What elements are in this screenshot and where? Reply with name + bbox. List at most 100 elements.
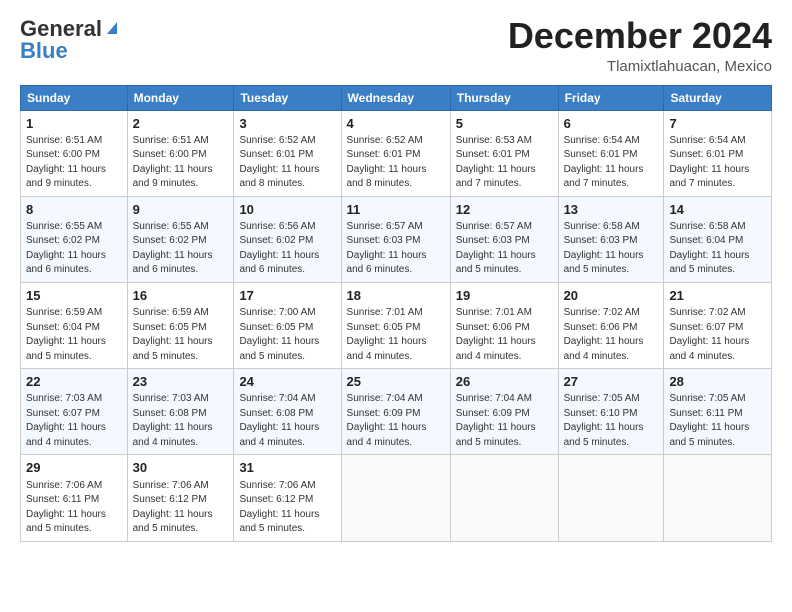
logo-blue: Blue [20,38,68,64]
day-info: Sunrise: 6:57 AM Sunset: 6:03 PM Dayligh… [347,220,445,278]
day-number: 5 [456,115,553,133]
day-number: 16 [133,287,229,305]
day-number: 21 [669,287,766,305]
location-title: Tlamixtlahuacan, Mexico [508,58,772,75]
day-number: 7 [669,115,766,133]
calendar-cell: 16Sunrise: 6:59 AM Sunset: 6:05 PM Dayli… [127,282,234,368]
day-info: Sunrise: 7:05 AM Sunset: 6:11 PM Dayligh… [669,392,766,450]
day-info: Sunrise: 6:55 AM Sunset: 6:02 PM Dayligh… [133,220,229,278]
day-number: 29 [26,459,122,477]
calendar-cell: 29 Sunrise: 7:06 AM Sunset: 6:11 PM Dayli… [21,455,128,541]
day-number: 19 [456,287,553,305]
day-info: Sunrise: 7:06 AM Sunset: 6:11 PM Dayligh… [26,479,122,537]
calendar-cell: 23Sunrise: 7:03 AM Sunset: 6:08 PM Dayli… [127,369,234,455]
calendar-cell: 8Sunrise: 6:55 AM Sunset: 6:02 PM Daylig… [21,196,128,282]
day-info: Sunrise: 7:00 AM Sunset: 6:05 PM Dayligh… [239,306,335,364]
day-number: 30 [133,459,229,477]
logo: General Blue [20,16,121,64]
day-info: Sunrise: 7:04 AM Sunset: 6:09 PM Dayligh… [347,392,445,450]
calendar-cell: 11Sunrise: 6:57 AM Sunset: 6:03 PM Dayli… [341,196,450,282]
day-number: 23 [133,373,229,391]
calendar-cell: 30 Sunrise: 7:06 AM Sunset: 6:12 PM Dayli… [127,455,234,541]
calendar-cell: 7Sunrise: 6:54 AM Sunset: 6:01 PM Daylig… [664,110,772,196]
day-number: 8 [26,201,122,219]
day-number: 1 [26,115,122,133]
day-number: 9 [133,201,229,219]
calendar-cell: 6Sunrise: 6:54 AM Sunset: 6:01 PM Daylig… [558,110,664,196]
day-number: 15 [26,287,122,305]
day-info: Sunrise: 7:01 AM Sunset: 6:05 PM Dayligh… [347,306,445,364]
day-info: Sunrise: 6:51 AM Sunset: 6:00 PM Dayligh… [133,134,229,192]
calendar-cell: 13Sunrise: 6:58 AM Sunset: 6:03 PM Dayli… [558,196,664,282]
dow-header-tuesday: Tuesday [234,85,341,110]
calendar-cell: 21Sunrise: 7:02 AM Sunset: 6:07 PM Dayli… [664,282,772,368]
day-number: 2 [133,115,229,133]
calendar-cell: 25Sunrise: 7:04 AM Sunset: 6:09 PM Dayli… [341,369,450,455]
week-row-3: 15Sunrise: 6:59 AM Sunset: 6:04 PM Dayli… [21,282,772,368]
calendar-cell: 20Sunrise: 7:02 AM Sunset: 6:06 PM Dayli… [558,282,664,368]
dow-header-friday: Friday [558,85,664,110]
week-row-5: 29 Sunrise: 7:06 AM Sunset: 6:11 PM Dayli… [21,455,772,541]
day-info: Sunrise: 7:02 AM Sunset: 6:07 PM Dayligh… [669,306,766,364]
day-info: Sunrise: 6:53 AM Sunset: 6:01 PM Dayligh… [456,134,553,192]
day-number: 13 [564,201,659,219]
day-info: Sunrise: 7:03 AM Sunset: 6:08 PM Dayligh… [133,392,229,450]
page: General Blue December 2024 Tlamixtlahuac… [0,0,792,552]
week-row-1: 1 Sunrise: 6:51 AM Sunset: 6:00 PM Daylig… [21,110,772,196]
calendar-cell: 31 Sunrise: 7:06 AM Sunset: 6:12 PM Dayli… [234,455,341,541]
dow-header-thursday: Thursday [450,85,558,110]
day-number: 3 [239,115,335,133]
day-number: 4 [347,115,445,133]
calendar-cell: 3Sunrise: 6:52 AM Sunset: 6:01 PM Daylig… [234,110,341,196]
day-of-week-row: SundayMondayTuesdayWednesdayThursdayFrid… [21,85,772,110]
calendar-cell: 5Sunrise: 6:53 AM Sunset: 6:01 PM Daylig… [450,110,558,196]
day-number: 6 [564,115,659,133]
day-number: 27 [564,373,659,391]
day-info: Sunrise: 7:06 AM Sunset: 6:12 PM Dayligh… [133,479,229,537]
calendar-cell: 27Sunrise: 7:05 AM Sunset: 6:10 PM Dayli… [558,369,664,455]
day-number: 28 [669,373,766,391]
day-info: Sunrise: 6:56 AM Sunset: 6:02 PM Dayligh… [239,220,335,278]
calendar-cell: 4Sunrise: 6:52 AM Sunset: 6:01 PM Daylig… [341,110,450,196]
day-info: Sunrise: 7:02 AM Sunset: 6:06 PM Dayligh… [564,306,659,364]
day-number: 24 [239,373,335,391]
day-number: 10 [239,201,335,219]
calendar-table: SundayMondayTuesdayWednesdayThursdayFrid… [20,85,772,542]
calendar-cell: 18Sunrise: 7:01 AM Sunset: 6:05 PM Dayli… [341,282,450,368]
calendar-body: 1 Sunrise: 6:51 AM Sunset: 6:00 PM Daylig… [21,110,772,541]
dow-header-sunday: Sunday [21,85,128,110]
calendar-cell: 22Sunrise: 7:03 AM Sunset: 6:07 PM Dayli… [21,369,128,455]
day-info: Sunrise: 6:58 AM Sunset: 6:03 PM Dayligh… [564,220,659,278]
day-number: 12 [456,201,553,219]
day-info: Sunrise: 7:04 AM Sunset: 6:09 PM Dayligh… [456,392,553,450]
day-number: 14 [669,201,766,219]
day-info: Sunrise: 6:57 AM Sunset: 6:03 PM Dayligh… [456,220,553,278]
dow-header-monday: Monday [127,85,234,110]
header: General Blue December 2024 Tlamixtlahuac… [20,16,772,75]
day-info: Sunrise: 7:06 AM Sunset: 6:12 PM Dayligh… [239,479,335,537]
logo-arrow-icon [103,18,121,36]
calendar-cell [558,455,664,541]
calendar-cell [664,455,772,541]
calendar-cell [341,455,450,541]
day-info: Sunrise: 7:01 AM Sunset: 6:06 PM Dayligh… [456,306,553,364]
calendar-cell: 14Sunrise: 6:58 AM Sunset: 6:04 PM Dayli… [664,196,772,282]
calendar-cell: 26Sunrise: 7:04 AM Sunset: 6:09 PM Dayli… [450,369,558,455]
title-block: December 2024 Tlamixtlahuacan, Mexico [508,16,772,75]
week-row-4: 22Sunrise: 7:03 AM Sunset: 6:07 PM Dayli… [21,369,772,455]
day-info: Sunrise: 7:05 AM Sunset: 6:10 PM Dayligh… [564,392,659,450]
month-title: December 2024 [508,16,772,56]
day-info: Sunrise: 6:59 AM Sunset: 6:04 PM Dayligh… [26,306,122,364]
day-info: Sunrise: 6:55 AM Sunset: 6:02 PM Dayligh… [26,220,122,278]
day-info: Sunrise: 6:52 AM Sunset: 6:01 PM Dayligh… [347,134,445,192]
day-info: Sunrise: 6:52 AM Sunset: 6:01 PM Dayligh… [239,134,335,192]
day-number: 11 [347,201,445,219]
day-number: 31 [239,459,335,477]
calendar-cell: 19Sunrise: 7:01 AM Sunset: 6:06 PM Dayli… [450,282,558,368]
calendar-cell: 2Sunrise: 6:51 AM Sunset: 6:00 PM Daylig… [127,110,234,196]
dow-header-saturday: Saturday [664,85,772,110]
calendar-cell: 10Sunrise: 6:56 AM Sunset: 6:02 PM Dayli… [234,196,341,282]
calendar-cell: 1Sunrise: 6:51 AM Sunset: 6:00 PM Daylig… [21,110,128,196]
dow-header-wednesday: Wednesday [341,85,450,110]
calendar-cell: 17Sunrise: 7:00 AM Sunset: 6:05 PM Dayli… [234,282,341,368]
